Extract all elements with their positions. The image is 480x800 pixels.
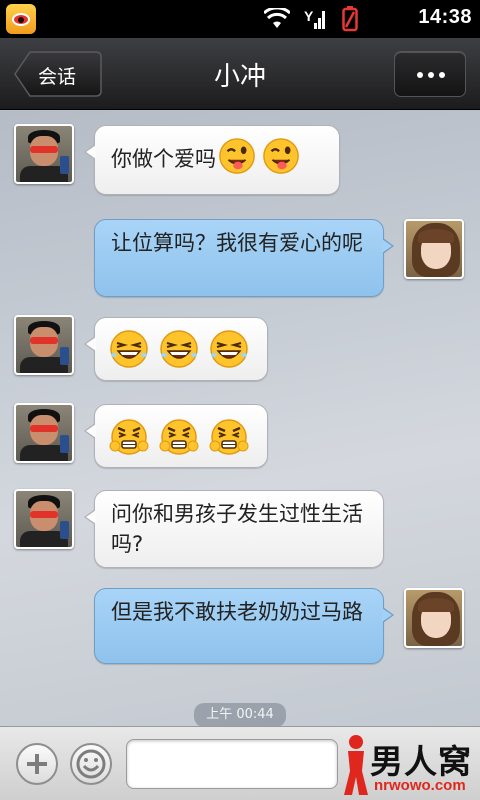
svg-text:Y: Y <box>304 8 314 24</box>
input-bar: 男人窝 nrwowo.com <box>0 726 480 800</box>
contact-avatar[interactable] <box>14 315 74 375</box>
grimace-emoji <box>209 419 249 455</box>
watermark-logo: 男人窝 nrwowo.com <box>340 733 476 799</box>
more-button[interactable] <box>394 51 466 97</box>
contact-avatar[interactable] <box>14 403 74 463</box>
message-input[interactable] <box>126 739 338 789</box>
status-icons: Y <box>264 6 358 32</box>
more-dot-icon <box>417 72 423 78</box>
contact-avatar[interactable] <box>14 489 74 549</box>
grimace-emoji <box>159 419 199 455</box>
weibo-app-icon <box>6 4 36 34</box>
add-attachment-button[interactable] <box>16 743 58 785</box>
watermark-brand: 男人窝 <box>370 742 472 781</box>
message-bubble-outgoing[interactable]: 但是我不敢扶老奶奶过马路 <box>94 588 394 664</box>
chat-title: 小冲 <box>213 62 266 92</box>
contact-avatar[interactable] <box>14 124 74 184</box>
message-text: 让位算吗？我很有爱心的呢 <box>111 231 363 255</box>
wifi-icon <box>264 8 290 28</box>
message-timestamp: 上午 00:44 <box>194 703 286 727</box>
message-bubble-outgoing[interactable]: 让位算吗？我很有爱心的呢 <box>94 219 394 297</box>
watermark-url: nrwowo.com <box>374 777 466 794</box>
more-dot-icon <box>439 72 445 78</box>
more-dot-icon <box>428 72 434 78</box>
laugh-emoji <box>210 330 248 368</box>
back-button[interactable]: 会话 <box>14 51 102 97</box>
wink-tongue-emoji <box>263 138 299 174</box>
message-text: 但是我不敢扶老奶奶过马路 <box>111 600 363 624</box>
laugh-emoji <box>110 330 148 368</box>
message-bubble-incoming[interactable] <box>84 317 268 381</box>
grimace-emoji <box>109 419 149 455</box>
message-bubble-incoming[interactable]: 问你和男孩子发生过性生活吗? <box>84 490 384 568</box>
battery-low-icon <box>342 6 358 32</box>
message-text: 问你和男孩子发生过性生活吗? <box>111 502 363 556</box>
status-bar: Y 14:38 <box>0 0 480 38</box>
message-list[interactable]: 你做个爱吗 让位算吗？我很有爱心的呢 问你和男孩子发生过性生活吗? 但是我不敢扶… <box>0 111 480 727</box>
message-emoji-group <box>218 138 300 175</box>
laugh-emoji <box>160 330 198 368</box>
message-text: 你做个爱吗 <box>111 147 216 171</box>
title-bar: 会话 小冲 <box>0 38 480 110</box>
smiley-icon <box>76 749 106 779</box>
watermark-figure-icon <box>344 735 368 795</box>
signal-icon: Y <box>304 8 325 29</box>
my-avatar[interactable] <box>404 588 464 648</box>
message-bubble-incoming[interactable] <box>84 404 268 468</box>
my-avatar[interactable] <box>404 219 464 279</box>
message-emoji-group <box>109 416 253 456</box>
back-button-label: 会话 <box>38 66 77 88</box>
emoji-button[interactable] <box>70 743 112 785</box>
message-bubble-incoming[interactable]: 你做个爱吗 <box>84 125 340 195</box>
message-emoji-group <box>109 329 253 369</box>
wink-tongue-emoji <box>219 138 255 174</box>
clock: 14:38 <box>418 6 472 28</box>
